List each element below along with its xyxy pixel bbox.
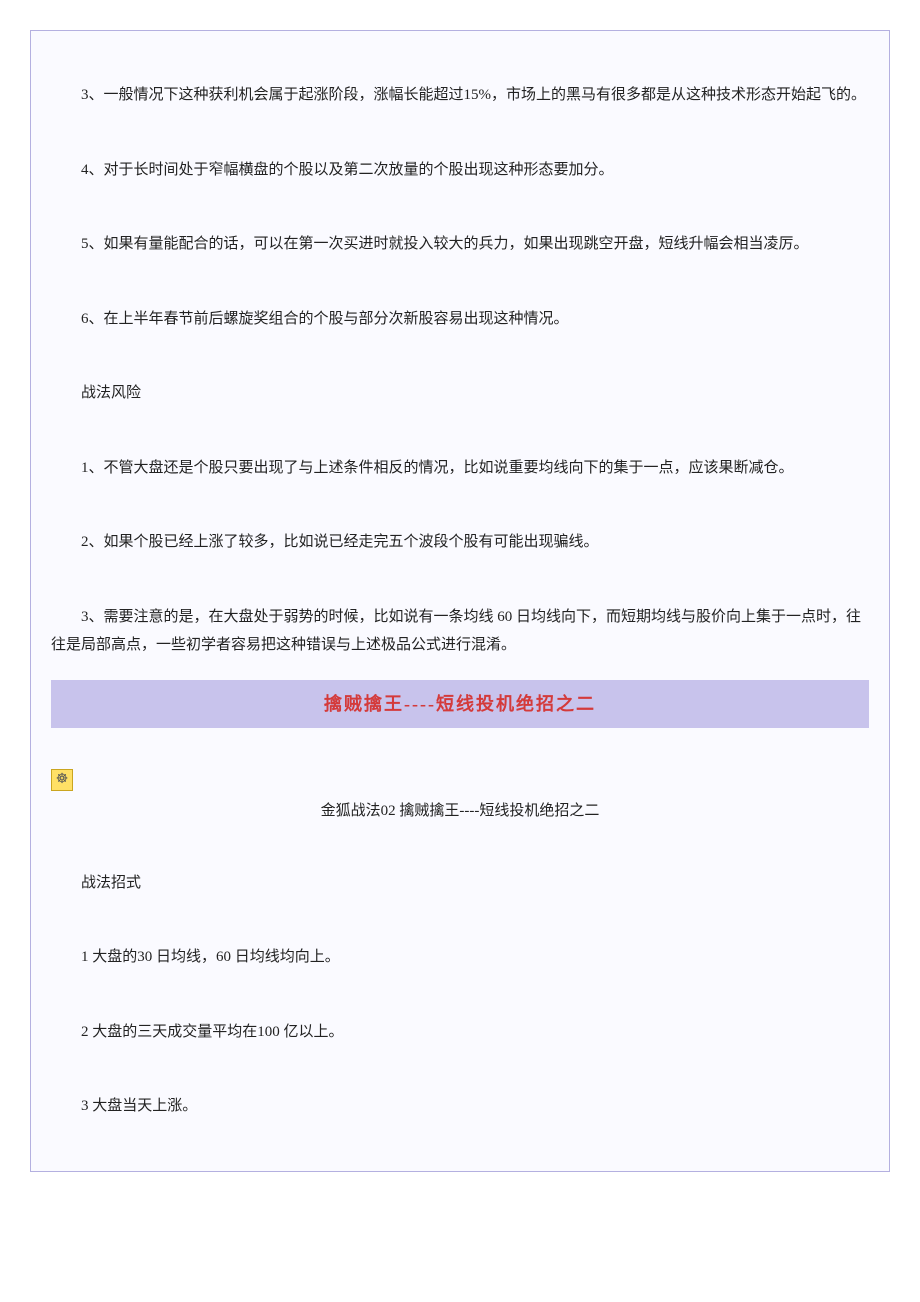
document-page: 3、一般情况下这种获利机会属于起涨阶段，涨幅长能超过15%，市场上的黑马有很多都… xyxy=(30,30,890,1172)
icon-row: ☸ xyxy=(51,768,869,793)
paragraph: 2、如果个股已经上涨了较多，比如说已经走完五个波段个股有可能出现骗线。 xyxy=(51,528,869,557)
paragraph: 5、如果有量能配合的话，可以在第一次买进时就投入较大的兵力，如果出现跳空开盘，短… xyxy=(51,230,869,259)
chapter-icon: ☸ xyxy=(51,769,73,791)
section-title-text: 擒贼擒王----短线投机绝招之二 xyxy=(324,694,596,714)
paragraph: 3、需要注意的是，在大盘处于弱势的时候，比如说有一条均线 60 日均线向下，而短… xyxy=(51,603,869,660)
paragraph: 4、对于长时间处于窄幅横盘的个股以及第二次放量的个股出现这种形态要加分。 xyxy=(51,156,869,185)
subtitle: 金狐战法02 擒贼擒王----短线投机绝招之二 xyxy=(51,799,869,823)
section-heading-risk: 战法风险 xyxy=(51,379,869,408)
paragraph: 2 大盘的三天成交量平均在100 亿以上。 xyxy=(51,1018,869,1047)
paragraph: 6、在上半年春节前后螺旋奖组合的个股与部分次新股容易出现这种情况。 xyxy=(51,305,869,334)
paragraph: 1 大盘的30 日均线，60 日均线均向上。 xyxy=(51,943,869,972)
paragraph: 3、一般情况下这种获利机会属于起涨阶段，涨幅长能超过15%，市场上的黑马有很多都… xyxy=(51,81,869,110)
section-heading-method: 战法招式 xyxy=(51,869,869,898)
paragraph: 1、不管大盘还是个股只要出现了与上述条件相反的情况，比如说重要均线向下的集于一点… xyxy=(51,454,869,483)
section-title-band: 擒贼擒王----短线投机绝招之二 xyxy=(51,680,869,729)
paragraph: 3 大盘当天上涨。 xyxy=(51,1092,869,1121)
document-content: 3、一般情况下这种获利机会属于起涨阶段，涨幅长能超过15%，市场上的黑马有很多都… xyxy=(31,31,889,1171)
